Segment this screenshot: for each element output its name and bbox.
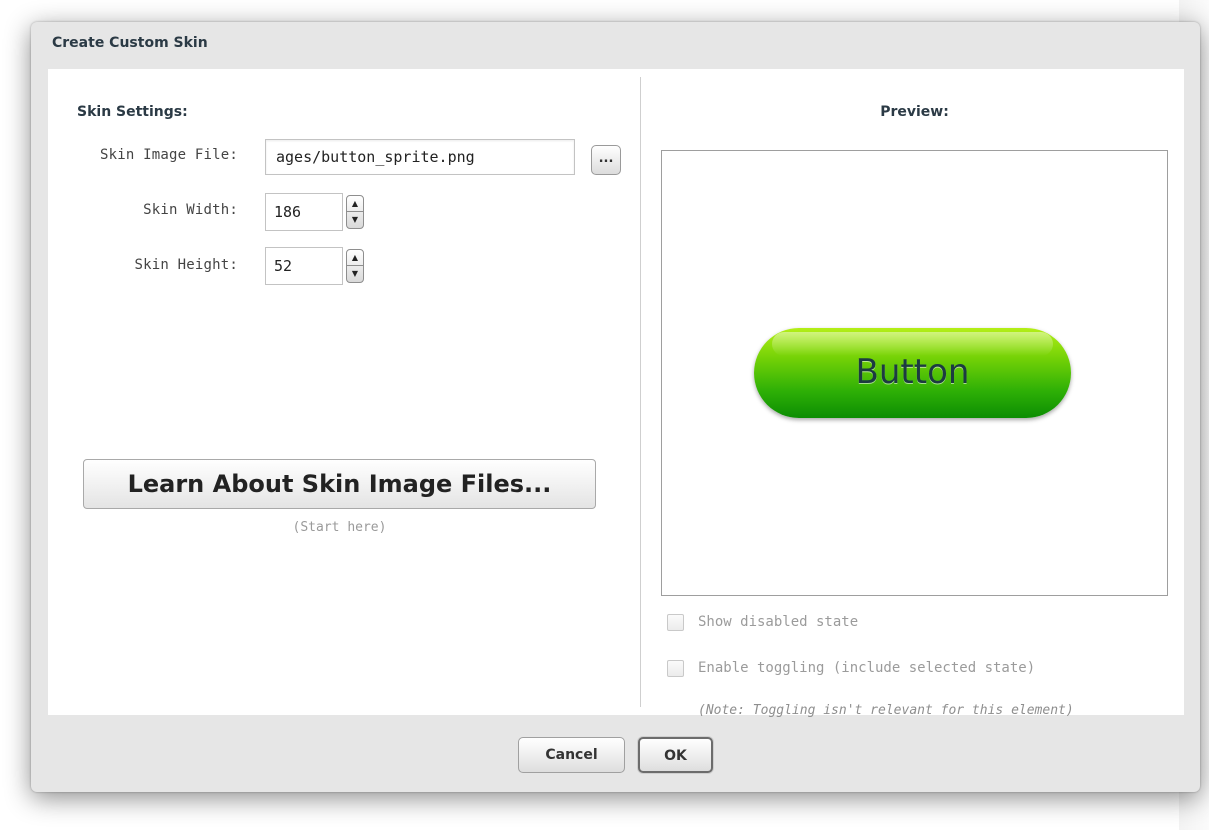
- show-disabled-label[interactable]: Show disabled state: [698, 614, 858, 630]
- preview-area: Button: [661, 150, 1168, 596]
- decrement-arrow-icon[interactable]: ▼: [347, 212, 363, 228]
- preview-skin-button: Button: [754, 328, 1071, 418]
- skin-image-file-input[interactable]: ages/button_sprite.png: [265, 139, 575, 175]
- skin-image-file-label: Skin Image File:: [99, 147, 238, 163]
- skin-width-stepper[interactable]: ▲ ▼: [346, 195, 364, 229]
- skin-settings-heading: Skin Settings:: [77, 104, 188, 120]
- skin-height-label: Skin Height:: [134, 257, 238, 273]
- browse-file-button[interactable]: ...: [591, 145, 621, 175]
- panel-divider: [640, 77, 641, 707]
- ok-button[interactable]: OK: [638, 737, 713, 773]
- decrement-arrow-icon[interactable]: ▼: [347, 266, 363, 282]
- increment-arrow-icon[interactable]: ▲: [347, 250, 363, 266]
- skin-width-input[interactable]: 186: [265, 193, 343, 231]
- enable-toggling-checkbox[interactable]: [667, 660, 684, 677]
- cancel-button[interactable]: Cancel: [518, 737, 625, 773]
- skin-width-label: Skin Width:: [143, 202, 238, 218]
- preview-heading: Preview:: [880, 104, 949, 120]
- create-custom-skin-dialog: Create Custom Skin Skin Settings: Skin I…: [31, 22, 1200, 792]
- show-disabled-checkbox[interactable]: [667, 614, 684, 631]
- dialog-title: Create Custom Skin: [52, 35, 208, 51]
- skin-height-stepper[interactable]: ▲ ▼: [346, 249, 364, 283]
- enable-toggling-label[interactable]: Enable toggling (include selected state): [698, 660, 1035, 676]
- toggling-note: (Note: Toggling isn't relevant for this …: [698, 703, 1074, 718]
- learn-hint-text: (Start here): [292, 520, 387, 535]
- skin-height-input[interactable]: 52: [265, 247, 343, 285]
- dialog-content-panel: Skin Settings: Skin Image File: ages/but…: [48, 69, 1184, 718]
- learn-about-skin-files-button[interactable]: Learn About Skin Image Files...: [83, 459, 596, 509]
- preview-button-label: Button: [855, 352, 970, 392]
- increment-arrow-icon[interactable]: ▲: [347, 196, 363, 212]
